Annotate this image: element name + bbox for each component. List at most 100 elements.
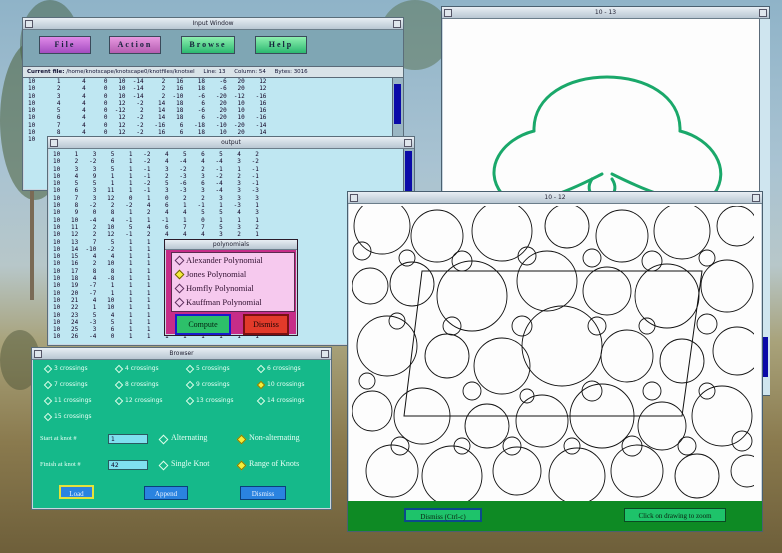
crossings-option[interactable]: 15 crossings	[43, 412, 92, 422]
input-line: 10 4 4 0 12 -2 14 18 6 20 10 16	[28, 99, 267, 107]
radio-diamond-icon	[43, 364, 53, 374]
title-bar[interactable]: Browser	[32, 348, 331, 360]
action-menu-button[interactable]: Action	[109, 36, 161, 54]
radio-diamond-icon	[236, 434, 247, 445]
checkbox-diamond-icon	[174, 297, 185, 308]
alternating-label: Alternating	[171, 433, 208, 442]
maximize-button[interactable]	[759, 9, 767, 17]
crossings-option[interactable]: 8 crossings	[114, 380, 159, 390]
range-of-knots-radio[interactable]: Range of Knots	[236, 459, 300, 471]
zoom-hint-button[interactable]: Click on drawing to zoom	[624, 508, 726, 522]
radio-diamond-icon	[114, 364, 124, 374]
crossings-option[interactable]: 13 crossings	[185, 396, 234, 406]
start-at-knot-label: Start at knot #	[40, 435, 77, 442]
crossings-label: 12 crossings	[125, 397, 163, 404]
current-file-label: Current file:	[27, 69, 65, 75]
bytes-label: Bytes:	[274, 69, 292, 75]
title-bar[interactable]: Input Window	[23, 18, 403, 30]
finish-at-knot-field[interactable]: 42	[108, 460, 148, 470]
maximize-button[interactable]	[393, 20, 401, 28]
browser-window[interactable]: Browser 3 crossings 4 crossings 5 crossing…	[31, 347, 332, 510]
crossings-label: 14 crossings	[267, 397, 305, 404]
input-line: 10 7 4 0 12 -2 -16 6 -18 -10 -20 -14	[28, 121, 267, 129]
start-at-knot-field[interactable]: 1	[108, 434, 148, 444]
crossings-label: 13 crossings	[196, 397, 234, 404]
compute-button[interactable]: Compute	[175, 314, 231, 335]
browse-menu-button[interactable]: Browse	[181, 36, 235, 54]
crossings-option[interactable]: 10 crossings	[256, 380, 305, 390]
non-alternating-radio[interactable]: Non-alternating	[236, 433, 300, 445]
title-bar[interactable]: polynomials	[165, 240, 297, 250]
single-knot-label: Single Knot	[171, 459, 210, 468]
crossings-label: 6 crossings	[267, 365, 301, 372]
input-line: 10 2 4 0 10 -14 2 16 18 -6 20 12	[28, 85, 267, 93]
radio-diamond-icon	[114, 380, 124, 390]
crossings-label: 11 crossings	[54, 397, 92, 404]
dismiss-button[interactable]: Dismiss	[240, 486, 286, 500]
window-menu-button[interactable]	[25, 20, 33, 28]
dismiss-ctrl-c-button[interactable]: Dismiss (Ctrl-c)	[404, 508, 482, 522]
help-menu-button[interactable]: Help	[255, 36, 307, 54]
radio-diamond-icon	[43, 380, 53, 390]
title-bar[interactable]: output	[48, 137, 414, 149]
polynomial-option-kauffman[interactable]: Kauffman Polynomial	[172, 295, 294, 309]
window-menu-button[interactable]	[444, 9, 452, 17]
radio-diamond-icon	[185, 364, 195, 374]
crossings-label: 8 crossings	[125, 381, 159, 388]
title-bar[interactable]: 10 - 13	[442, 7, 769, 19]
checkbox-diamond-icon	[174, 269, 185, 280]
knot-window-10-12[interactable]: 10 - 12 Dismiss (Ctrl-c) Click on drawin…	[347, 191, 763, 532]
radio-diamond-icon	[43, 412, 53, 422]
range-of-knots-label: Range of Knots	[249, 459, 300, 468]
polynomial-label: Kauffman Polynomial	[186, 297, 262, 307]
crossings-option[interactable]: 12 crossings	[114, 396, 163, 406]
polynomials-dialog[interactable]: polynomials Alexander Polynomial Jones P…	[164, 239, 298, 336]
crossings-option[interactable]: 14 crossings	[256, 396, 305, 406]
input-text-area[interactable]: 10 1 4 0 10 -14 2 16 18 -6 20 12 10 2 4 0…	[23, 78, 403, 144]
scrollbar-thumb[interactable]	[405, 151, 412, 196]
alternating-radio[interactable]: Alternating	[158, 433, 208, 445]
input-line: 10 3 4 0 10 -14 2 -10 -6 -20 -12 -16	[28, 92, 267, 100]
single-knot-radio[interactable]: Single Knot	[158, 459, 210, 471]
polynomial-option-alexander[interactable]: Alexander Polynomial	[172, 253, 294, 267]
window-title: output	[221, 139, 241, 146]
polynomial-option-jones[interactable]: Jones Polynomial	[172, 267, 294, 281]
title-bar[interactable]: 10 - 12	[348, 192, 762, 204]
crossings-label: 5 crossings	[196, 365, 230, 372]
crossings-option[interactable]: 6 crossings	[256, 364, 301, 374]
crossings-option[interactable]: 11 crossings	[43, 396, 92, 406]
line-value: 13	[218, 69, 226, 75]
window-menu-button[interactable]	[350, 194, 358, 202]
window-menu-button[interactable]	[50, 139, 58, 147]
polynomial-label: Jones Polynomial	[186, 269, 247, 279]
maximize-button[interactable]	[752, 194, 760, 202]
window-menu-button[interactable]	[34, 350, 42, 358]
dismiss-button[interactable]: Dismiss	[243, 314, 289, 335]
column-value: 54	[258, 69, 266, 75]
bytes-value: 3016	[293, 69, 308, 75]
dialog-title: polynomials	[212, 241, 250, 248]
file-menu-button[interactable]: File	[39, 36, 91, 54]
crossings-label: 10 crossings	[267, 381, 305, 388]
maximize-button[interactable]	[404, 139, 412, 147]
line-label: Line:	[203, 69, 217, 75]
output-line: 10 4 9 1 1 -1 2 -3 3 -2 2 -1	[53, 172, 259, 180]
scrollbar-thumb[interactable]	[394, 84, 401, 124]
crossings-option[interactable]: 4 crossings	[114, 364, 159, 374]
knot-window-footer: Dismiss (Ctrl-c) Click on drawing to zoo…	[348, 501, 762, 531]
radio-diamond-icon	[185, 380, 195, 390]
polynomial-option-homfly[interactable]: Homfly Polynomial	[172, 281, 294, 295]
load-button[interactable]: Load	[59, 485, 94, 499]
finish-at-knot-label: Finish at knot #	[40, 461, 81, 468]
output-line: 10 5 5 1 1 -2 5 -6 6 -4 3 -1	[53, 180, 259, 188]
crossings-option[interactable]: 3 crossings	[43, 364, 88, 374]
non-alternating-label: Non-alternating	[249, 433, 300, 442]
crossings-option[interactable]: 9 crossings	[185, 380, 230, 390]
window-title: 10 - 13	[594, 9, 617, 16]
append-button[interactable]: Append	[144, 486, 188, 500]
circle-packing-drawing[interactable]	[352, 206, 754, 502]
maximize-button[interactable]	[321, 350, 329, 358]
crossings-option[interactable]: 7 crossings	[43, 380, 88, 390]
crossings-option[interactable]: 5 crossings	[185, 364, 230, 374]
crossings-label: 9 crossings	[196, 381, 230, 388]
